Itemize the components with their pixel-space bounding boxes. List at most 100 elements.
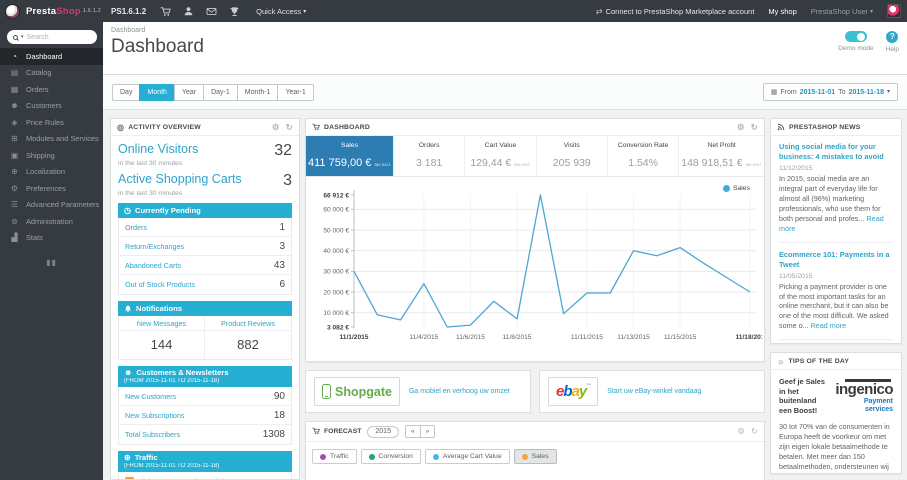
- user-menu[interactable]: PrestaShop User ▾: [811, 7, 873, 16]
- messages-icon[interactable]: [206, 6, 217, 17]
- sidebar-item-customers[interactable]: ☻ Customers: [0, 98, 103, 115]
- sidebar-item-label: Customers: [26, 101, 62, 111]
- sidebar-item-dashboard[interactable]: ◔ Dashboard: [0, 48, 103, 65]
- sidebar-item-price-rules[interactable]: ◈ Price Rules: [0, 114, 103, 131]
- table-row: New Customers 90: [119, 387, 291, 406]
- refresh-icon[interactable]: ↻: [751, 426, 758, 437]
- news-article: Ecommerce 101: Payments in a Tweet 11/05…: [779, 250, 893, 341]
- customers-icon[interactable]: [183, 6, 194, 17]
- sales-chart: 3 082 € 10 000 € 20 000 € 30 000 € 40 000 € 5…: [306, 177, 765, 350]
- svg-text:11/18/201: 11/18/201: [736, 334, 762, 341]
- calendar-icon: ▦: [770, 89, 778, 96]
- sidebar-search[interactable]: ▾: [7, 30, 97, 44]
- quick-access-menu[interactable]: Quick Access ▾: [256, 7, 306, 16]
- active-carts-link[interactable]: Active Shopping Carts: [118, 172, 242, 186]
- ebay-module: ebay™ Start uw eBay-winkel vandaag: [539, 370, 765, 413]
- gear-icon[interactable]: ⚙: [737, 122, 745, 133]
- currently-pending-table: Orders 1 Return/Exchanges 3 Abandoned Cart…: [118, 218, 292, 295]
- sidebar-item-label: Orders: [26, 84, 49, 94]
- ebay-link[interactable]: Start uw eBay-winkel vandaag: [607, 387, 701, 396]
- gear-icon[interactable]: ⚙: [737, 426, 745, 437]
- gear-icon[interactable]: ⚙: [272, 122, 280, 133]
- legend-conversion-button[interactable]: Conversion: [360, 449, 421, 464]
- range-day-1-button[interactable]: Day-1: [203, 83, 237, 101]
- sidebar-item-shipping[interactable]: ▣ Shipping: [0, 147, 103, 164]
- online-visitors-link[interactable]: Online Visitors: [118, 142, 198, 156]
- article-title-link[interactable]: Ecommerce 101: Payments in a Tweet: [779, 250, 893, 270]
- user-avatar[interactable]: [887, 4, 901, 18]
- forecast-prev-button[interactable]: «: [404, 425, 420, 438]
- new-subscriptions-link[interactable]: New Subscriptions: [125, 411, 185, 420]
- phone-icon: [322, 384, 331, 399]
- sidebar-item-modules[interactable]: ⊞ Modules and Services: [0, 131, 103, 148]
- collapse-menu-button[interactable]: ▮▮: [0, 258, 103, 267]
- sidebar-item-administration[interactable]: ⊚ Administration: [0, 213, 103, 230]
- pending-returns-link[interactable]: Return/Exchanges: [125, 242, 184, 251]
- ingenico-logo: ingenico Payment services: [835, 379, 894, 413]
- abandoned-carts-link[interactable]: Abandoned Carts: [125, 261, 181, 270]
- article-title-link[interactable]: Using social media for your business: 4 …: [779, 142, 893, 162]
- kpi-conversion-rate[interactable]: Conversion Rate 1.54%: [608, 136, 680, 176]
- cart-icon[interactable]: [160, 6, 172, 17]
- search-scope-caret-icon[interactable]: ▾: [21, 34, 24, 40]
- pending-orders-link[interactable]: Orders: [125, 223, 147, 232]
- total-subscribers-value: 1308: [262, 429, 285, 440]
- date-range-picker[interactable]: ▦ From 2015-11-01 To 2015-11-18 ▾: [762, 83, 898, 101]
- svg-text:11/13/2015: 11/13/2015: [617, 334, 650, 341]
- range-year-1-button[interactable]: Year-1: [277, 83, 314, 101]
- new-messages-link[interactable]: New Messages: [119, 316, 205, 331]
- topbar: PrestaShop 1.6.1.2 PS1.6.1.2 Quick Access…: [0, 0, 907, 22]
- search-input[interactable]: [26, 33, 91, 41]
- range-year-button[interactable]: Year: [173, 83, 204, 101]
- range-month-button[interactable]: Month: [139, 83, 174, 101]
- kpi-orders[interactable]: Orders 3 181: [394, 136, 466, 176]
- kpi-sales[interactable]: Sales 411 759,00 € tax excl.: [306, 136, 394, 176]
- range-month-1-button[interactable]: Month-1: [236, 83, 278, 101]
- sidebar-item-localization[interactable]: ⊕ Localization: [0, 164, 103, 181]
- product-reviews-link[interactable]: Product Reviews: [205, 316, 291, 331]
- sidebar-item-orders[interactable]: ▦ Orders: [0, 81, 103, 98]
- new-customers-link[interactable]: New Customers: [125, 392, 176, 401]
- help-icon[interactable]: ?: [886, 31, 899, 43]
- sidebar-item-label: Modules and Services: [26, 134, 99, 144]
- brand: PrestaShop 1.6.1.2: [26, 6, 101, 17]
- svg-text:60 000 €: 60 000 €: [323, 207, 349, 214]
- date-range-buttons: Day Month Year Day-1 Month-1 Year-1: [112, 83, 314, 101]
- trophy-icon[interactable]: [229, 6, 240, 17]
- range-day-button[interactable]: Day: [112, 83, 140, 101]
- shop-version: PS1.6.1.2: [111, 6, 147, 16]
- forecast-next-button[interactable]: »: [419, 425, 436, 438]
- svg-text:30 000 €: 30 000 €: [323, 269, 349, 276]
- svg-text:40 000 €: 40 000 €: [323, 248, 349, 255]
- sidebar-item-stats[interactable]: ▟ Stats: [0, 230, 103, 247]
- demo-mode-label: Demo mode: [838, 45, 874, 52]
- refresh-icon[interactable]: ↻: [286, 122, 293, 133]
- shopgate-module: Shopgate Ga mobiel en verhoog uw omzet: [305, 370, 531, 413]
- traffic-header: ⊕ Traffic (FROM 2015-11-01 TO 2015-11-18): [118, 451, 292, 472]
- kpi-net-profit[interactable]: Net Profit 148 918,51 € tax excl.: [679, 136, 764, 176]
- table-row: Orders 1: [119, 218, 291, 237]
- sidebar-item-catalog[interactable]: ▤ Catalog: [0, 65, 103, 82]
- table-row: Abandoned Carts 43: [119, 256, 291, 275]
- legend-avg-cart-value-button[interactable]: Average Cart Value: [424, 449, 510, 464]
- svg-text:11/11/2015: 11/11/2015: [571, 334, 603, 341]
- demo-mode-toggle[interactable]: [844, 31, 867, 42]
- out-of-stock-link[interactable]: Out of Stock Products: [125, 280, 195, 289]
- legend-sales-button[interactable]: Sales: [513, 449, 557, 464]
- kpi-visits[interactable]: Visits 205 939: [537, 136, 608, 176]
- chart-legend[interactable]: Sales: [722, 185, 750, 192]
- shopgate-link[interactable]: Ga mobiel en verhoog uw omzet: [409, 387, 510, 396]
- date-toolbar: Day Month Year Day-1 Month-1 Year-1 ▦ Fr…: [103, 75, 907, 110]
- ingenico-wordmark: ingenico: [835, 381, 893, 398]
- sidebar-item-advanced-parameters[interactable]: ☰ Advanced Parameters: [0, 197, 103, 214]
- cart-icon: [312, 123, 320, 131]
- kpi-cart-value[interactable]: Cart Value 129,44 € tax excl.: [465, 136, 537, 176]
- marketplace-link[interactable]: ⇄ Connect to PrestaShop Marketplace accou…: [596, 7, 755, 16]
- refresh-icon[interactable]: ↻: [751, 122, 758, 133]
- read-more-link[interactable]: Read more: [811, 321, 847, 330]
- legend-traffic-button[interactable]: Traffic: [312, 449, 357, 464]
- sidebar-item-preferences[interactable]: ⚙ Preferences: [0, 180, 103, 197]
- my-shop-link[interactable]: My shop: [768, 7, 796, 16]
- breadcrumb[interactable]: Dashboard: [111, 27, 907, 34]
- total-subscribers-link[interactable]: Total Subscribers: [125, 430, 180, 439]
